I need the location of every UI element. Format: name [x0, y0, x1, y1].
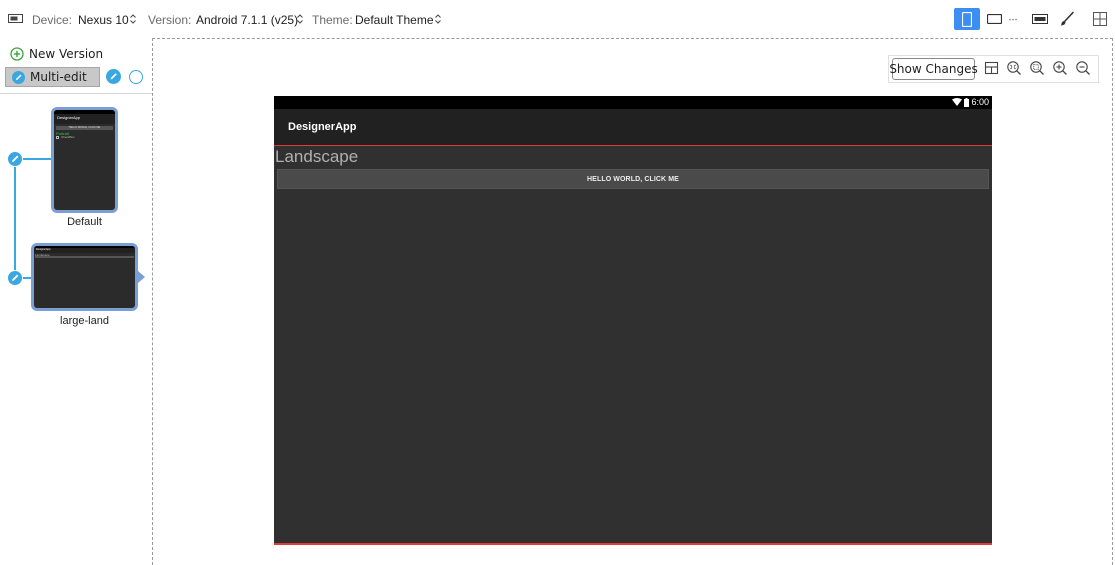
mini-button: HELLO WORLD, CLICK ME: [56, 126, 113, 130]
app-title: DesignerApp: [288, 121, 357, 133]
multi-edit-label: Multi-edit: [30, 70, 87, 84]
zoom-actual-icon[interactable]: [1029, 60, 1045, 76]
zoom-out-icon[interactable]: [1075, 60, 1091, 76]
landscape-heading-text[interactable]: Landscape: [275, 147, 358, 167]
version-thumbnail-large-land[interactable]: DesignerApp Landscape HELLO WORLD, CLICK…: [31, 243, 138, 311]
version-thumbnail-default[interactable]: DesignerApp HELLO WORLD, CLICK ME Portra…: [51, 107, 118, 213]
mini-app-bar: DesignerApp: [54, 114, 115, 124]
grid-layout-icon: [1093, 12, 1107, 26]
device-icon: [8, 14, 23, 23]
resource-editor-button[interactable]: [1056, 8, 1078, 30]
version-caption-large-land: large-land: [60, 315, 109, 327]
more-options-button[interactable]: [1008, 8, 1018, 30]
landscape-orientation-button[interactable]: [984, 8, 1004, 30]
add-circle-icon: [10, 47, 24, 61]
mini-button: HELLO WORLD, CLICK ME: [35, 256, 134, 258]
multi-edit-button[interactable]: Multi-edit: [5, 67, 100, 87]
mini-checkbox-label: CheckBox: [61, 135, 75, 139]
device-selector[interactable]: Nexus 10: [78, 13, 129, 27]
version-chevron-icon[interactable]: [296, 12, 304, 26]
pencil-circle-icon: [12, 70, 25, 84]
mini-app-title: DesignerApp: [36, 248, 51, 251]
zoom-in-icon[interactable]: [1052, 60, 1068, 76]
mini-checkbox-box: [56, 136, 59, 139]
new-version-button[interactable]: New Version: [10, 45, 103, 63]
portrait-orientation-button[interactable]: [954, 8, 980, 30]
ellipsis-icon: [1009, 18, 1017, 20]
show-changes-button[interactable]: Show Changes: [889, 58, 978, 80]
theme-chevron-icon[interactable]: [434, 12, 442, 26]
device-preview[interactable]: 6:00 DesignerApp Landscape HELLO WORLD, …: [274, 96, 992, 545]
edit-all-pencil-icon[interactable]: [106, 69, 121, 84]
battery-icon: [964, 98, 969, 107]
wifi-icon: [952, 98, 962, 106]
versions-panel: New Version Multi-edit DesignerApp HELLO…: [0, 38, 152, 565]
designer-toolbar: Device: Nexus 10 Version: Android 7.1.1 …: [0, 0, 1115, 38]
version-tree-line: [14, 159, 16, 278]
new-version-label: New Version: [29, 47, 104, 61]
panel-divider: [0, 93, 152, 94]
hello-world-button[interactable]: HELLO WORLD, CLICK ME: [277, 169, 989, 189]
device-label: Device:: [32, 13, 73, 27]
version-caption-default: Default: [67, 216, 102, 228]
paintbrush-icon: [1061, 11, 1074, 26]
theme-label: Theme:: [312, 13, 353, 27]
portrait-icon: [962, 11, 972, 27]
edit-all-toggle[interactable]: [129, 70, 143, 84]
version-selector[interactable]: Android 7.1.1 (v25): [196, 13, 298, 27]
landscape-icon: [986, 14, 1002, 24]
toggle-layout-icon[interactable]: [984, 60, 1000, 76]
device-frame-button[interactable]: [1030, 8, 1050, 30]
selected-version-arrow-icon: [138, 271, 145, 283]
theme-selector[interactable]: Default Theme: [355, 13, 434, 27]
version-label: Version:: [148, 13, 192, 27]
zoom-to-fit-icon[interactable]: [1006, 60, 1022, 76]
device-chevron-icon[interactable]: [129, 12, 137, 26]
layout-options-button[interactable]: [1090, 8, 1110, 30]
android-status-bar: 6:00: [274, 96, 992, 109]
edit-default-pencil-icon[interactable]: [7, 151, 23, 167]
device-frame-icon: [1032, 14, 1048, 24]
status-time: 6:00: [971, 97, 989, 107]
edit-large-land-pencil-icon[interactable]: [7, 270, 23, 286]
mini-app-title: DesignerApp: [57, 115, 81, 120]
app-action-bar[interactable]: DesignerApp: [274, 109, 992, 146]
